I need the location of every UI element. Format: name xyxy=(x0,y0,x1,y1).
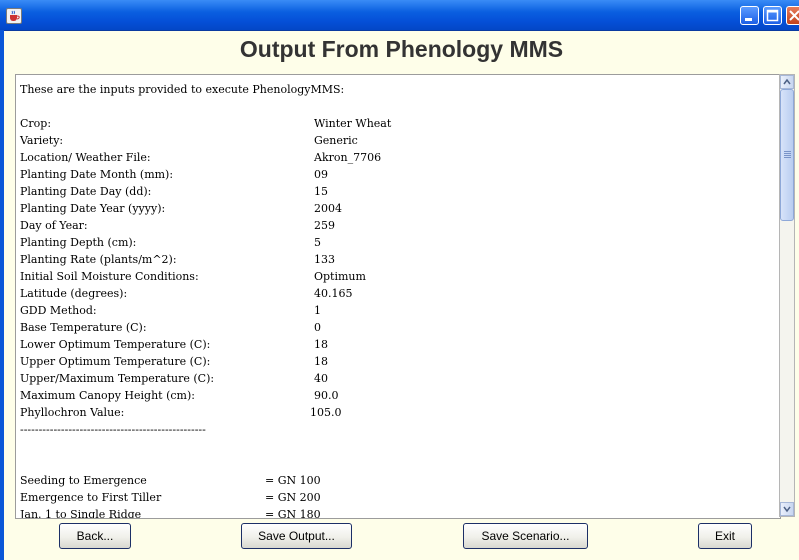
separator: ----------------------------------------… xyxy=(20,423,206,436)
input-label: Day of Year: xyxy=(20,219,88,232)
input-value: Optimum xyxy=(314,270,366,283)
grip-line xyxy=(784,157,791,158)
maximize-button[interactable] xyxy=(763,6,782,25)
input-row: Latitude (degrees): 40.165 xyxy=(20,285,780,302)
window-border xyxy=(0,30,4,560)
input-label: Upper/Maximum Temperature (C): xyxy=(20,372,215,385)
stage-value: = GN 100 xyxy=(265,474,321,487)
input-value: 133 xyxy=(314,253,335,266)
grip-line xyxy=(784,153,791,154)
input-value: 15 xyxy=(314,185,328,198)
grip-line xyxy=(784,151,791,152)
input-row: Upper Optimum Temperature (C): 18 xyxy=(20,353,780,370)
input-row: Phyllochron Value: 105.0 xyxy=(20,404,780,421)
input-row: GDD Method: 1 xyxy=(20,302,780,319)
stage-row: Jan. 1 to Single Ridge = GN 180 xyxy=(20,506,780,519)
separator-line: ----------------------------------------… xyxy=(20,421,780,438)
input-label: Planting Date Year (yyyy): xyxy=(20,202,166,215)
input-label: Planting Depth (cm): xyxy=(20,236,137,249)
input-value: 2004 xyxy=(314,202,342,215)
input-value: Akron_7706 xyxy=(314,151,382,164)
back-button[interactable]: Back... xyxy=(59,523,131,549)
input-label: Planting Rate (plants/m^2): xyxy=(20,253,177,266)
input-row: Base Temperature (C): 0 xyxy=(20,319,780,336)
input-value: 5 xyxy=(314,236,321,249)
input-value: Winter Wheat xyxy=(314,117,392,130)
stage-row: Seeding to Emergence = GN 100 xyxy=(20,472,780,489)
input-row: Planting Date Year (yyyy): 2004 xyxy=(20,200,780,217)
input-value: 0 xyxy=(314,321,321,334)
grip-line xyxy=(784,155,791,156)
input-label: Crop: xyxy=(20,117,52,130)
scroll-thumb[interactable] xyxy=(780,89,794,221)
intro-text: These are the inputs provided to execute… xyxy=(20,83,345,96)
save-output-button[interactable]: Save Output... xyxy=(241,523,352,549)
intro-line: These are the inputs provided to execute… xyxy=(20,81,780,98)
stage-value: = GN 180 xyxy=(265,508,321,519)
input-label: Base Temperature (C): xyxy=(20,321,147,334)
input-label: Phyllochron Value: xyxy=(20,406,125,419)
input-value: 40 xyxy=(314,372,328,385)
input-value: 259 xyxy=(314,219,335,232)
exit-button[interactable]: Exit xyxy=(698,523,752,549)
title-bar[interactable] xyxy=(0,0,799,31)
stage-label: Jan. 1 to Single Ridge xyxy=(20,508,142,519)
input-value: 18 xyxy=(314,355,328,368)
input-row: Maximum Canopy Height (cm): 90.0 xyxy=(20,387,780,404)
close-icon xyxy=(789,10,799,21)
input-value: 40.165 xyxy=(314,287,353,300)
input-label: Initial Soil Moisture Conditions: xyxy=(20,270,199,283)
arrow-down-icon xyxy=(783,506,791,513)
output-content: These are the inputs provided to execute… xyxy=(20,81,780,519)
input-label: Variety: xyxy=(20,134,64,147)
input-row: Planting Date Day (dd): 15 xyxy=(20,183,780,200)
scroll-up-button[interactable] xyxy=(780,75,794,89)
input-row: Planting Date Month (mm): 09 xyxy=(20,166,780,183)
page-title: Output From Phenology MMS xyxy=(239,36,564,62)
minimize-button[interactable] xyxy=(740,6,759,25)
vertical-scrollbar[interactable] xyxy=(779,74,795,517)
java-cup-icon xyxy=(6,8,22,24)
input-row: Day of Year: 259 xyxy=(20,217,780,234)
stage-value: = GN 200 xyxy=(265,491,321,504)
stage-row: Emergence to First Tiller = GN 200 xyxy=(20,489,780,506)
input-row: Location/ Weather File: Akron_7706 xyxy=(20,149,780,166)
input-row: Upper/Maximum Temperature (C): 40 xyxy=(20,370,780,387)
input-label: Planting Date Day (dd): xyxy=(20,185,152,198)
input-label: Latitude (degrees): xyxy=(20,287,128,300)
scroll-down-button[interactable] xyxy=(780,502,794,516)
input-value: Generic xyxy=(314,134,358,147)
arrow-up-icon xyxy=(783,78,791,85)
input-row: Lower Optimum Temperature (C): 18 xyxy=(20,336,780,353)
input-label: GDD Method: xyxy=(20,304,97,317)
input-value: 105.0 xyxy=(310,406,342,419)
input-value: 90.0 xyxy=(314,389,339,402)
input-label: Upper Optimum Temperature (C): xyxy=(20,355,211,368)
inputs-list: Crop: Winter Wheat Variety: Generic Location… xyxy=(20,115,780,421)
input-value: 09 xyxy=(314,168,328,181)
stage-label: Emergence to First Tiller xyxy=(20,491,162,504)
input-label: Location/ Weather File: xyxy=(20,151,151,164)
input-value: 18 xyxy=(314,338,328,351)
stage-label: Seeding to Emergence xyxy=(20,474,147,487)
save-scenario-button[interactable]: Save Scenario... xyxy=(463,523,588,549)
input-label: Planting Date Month (mm): xyxy=(20,168,174,181)
input-row: Planting Depth (cm): 5 xyxy=(20,234,780,251)
input-label: Maximum Canopy Height (cm): xyxy=(20,389,195,402)
input-row: Initial Soil Moisture Conditions: Optimum xyxy=(20,268,780,285)
close-button[interactable] xyxy=(786,6,799,25)
minimize-icon xyxy=(745,18,752,21)
input-row: Crop: Winter Wheat xyxy=(20,115,780,132)
stages-list: Seeding to Emergence = GN 100 Emergence to… xyxy=(20,472,780,519)
input-label: Lower Optimum Temperature (C): xyxy=(20,338,211,351)
maximize-icon xyxy=(766,9,779,22)
input-row: Planting Rate (plants/m^2): 133 xyxy=(20,251,780,268)
input-row: Variety: Generic xyxy=(20,132,780,149)
output-text-area[interactable]: These are the inputs provided to execute… xyxy=(15,74,781,519)
input-value: 1 xyxy=(314,304,321,317)
